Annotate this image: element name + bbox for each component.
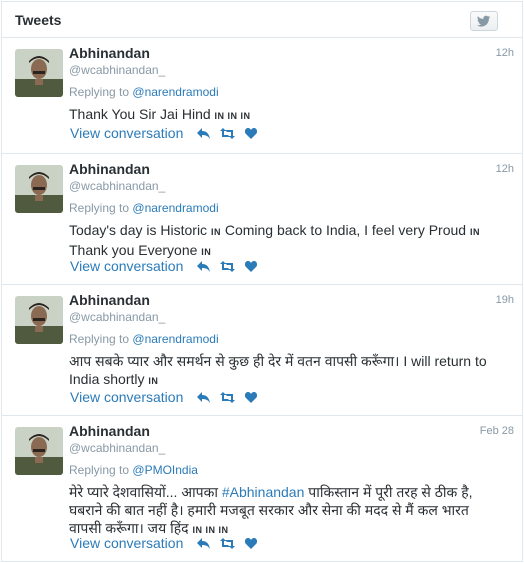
retweet-icon[interactable] bbox=[219, 258, 235, 274]
author-handle[interactable]: @wcabhinandan_ bbox=[69, 310, 165, 324]
tweet-text: आप सबके प्यार और समर्थन से कुछ ही देर मे… bbox=[69, 352, 519, 390]
replying-to-label: Replying to bbox=[69, 201, 130, 215]
twitter-bird-icon bbox=[477, 15, 491, 27]
tweet-actions: View conversation bbox=[70, 534, 267, 552]
tweet-timestamp[interactable]: 12h bbox=[496, 47, 514, 59]
mention-link[interactable]: @PMOIndia bbox=[132, 463, 198, 477]
header-title: Tweets bbox=[15, 12, 62, 28]
author-name[interactable]: Abhinandan bbox=[69, 161, 150, 177]
tweet-timestamp[interactable]: 19h bbox=[496, 294, 514, 306]
author-handle[interactable]: @wcabhinandan_ bbox=[69, 63, 165, 77]
avatar-image bbox=[15, 165, 63, 213]
replying-to-label: Replying to bbox=[69, 85, 130, 99]
tweet-text-body: India shortly bbox=[69, 371, 149, 387]
tweet-item[interactable]: Abhinandan @wcabhinandan_ 19h Replying t… bbox=[2, 285, 522, 416]
reply-icon[interactable] bbox=[195, 258, 211, 274]
avatar[interactable] bbox=[15, 165, 63, 213]
retweet-icon[interactable] bbox=[219, 125, 235, 141]
flag-emoji-india: IN IN IN bbox=[214, 111, 251, 121]
tweet-actions: View conversation bbox=[70, 388, 267, 406]
tweet-text: मेरे प्यारे देशवासियों... आपका #Abhinand… bbox=[69, 483, 519, 539]
replying-to: Replying to @PMOIndia bbox=[69, 463, 198, 477]
twitter-bird-button[interactable] bbox=[470, 11, 498, 31]
tweets-widget: Tweets Abhinandan @wcabhinandan_ 12h Rep… bbox=[1, 1, 523, 562]
replying-to: Replying to @narendramodi bbox=[69, 201, 219, 215]
flag-emoji-india: IN bbox=[201, 247, 212, 257]
tweet-text-body: पाकिस्तान में पूरी तरह से ठीक है, bbox=[304, 484, 473, 500]
tweet-text-body: मेरे प्यारे देशवासियों... आपका bbox=[69, 484, 222, 500]
mention-link[interactable]: @narendramodi bbox=[132, 332, 218, 346]
tweet-timestamp[interactable]: Feb 28 bbox=[480, 425, 514, 437]
replying-to-label: Replying to bbox=[69, 332, 130, 346]
like-icon[interactable] bbox=[243, 535, 259, 551]
tweet-actions: View conversation bbox=[70, 257, 267, 275]
like-icon[interactable] bbox=[243, 389, 259, 405]
avatar-image bbox=[15, 296, 63, 344]
author-name[interactable]: Abhinandan bbox=[69, 423, 150, 439]
author-name[interactable]: Abhinandan bbox=[69, 292, 150, 308]
mention-link[interactable]: @narendramodi bbox=[132, 201, 218, 215]
hashtag-link[interactable]: #Abhinandan bbox=[222, 484, 305, 500]
tweet-text-body: Today's day is Historic bbox=[69, 222, 211, 238]
avatar[interactable] bbox=[15, 49, 63, 97]
reply-icon[interactable] bbox=[195, 535, 211, 551]
avatar-image bbox=[15, 427, 63, 475]
avatar[interactable] bbox=[15, 296, 63, 344]
flag-emoji-india: IN bbox=[210, 227, 221, 237]
tweet-item[interactable]: Abhinandan @wcabhinandan_ 12h Replying t… bbox=[2, 154, 522, 285]
flag-emoji-india: IN bbox=[148, 376, 159, 386]
view-conversation-link[interactable]: View conversation bbox=[70, 125, 183, 141]
tweet-text-body: घबराने की बात नहीं है। हमारी मजबूत सरकार… bbox=[69, 502, 469, 518]
replying-to-label: Replying to bbox=[69, 463, 130, 477]
like-icon[interactable] bbox=[243, 258, 259, 274]
tweet-text: Today's day is Historic IN Coming back t… bbox=[69, 221, 519, 261]
author-handle[interactable]: @wcabhinandan_ bbox=[69, 441, 165, 455]
author-handle[interactable]: @wcabhinandan_ bbox=[69, 179, 165, 193]
tweet-text-body: Thank you Everyone bbox=[69, 242, 202, 258]
tweet-item[interactable]: Abhinandan @wcabhinandan_ Feb 28 Replyin… bbox=[2, 416, 522, 561]
widget-header: Tweets bbox=[2, 2, 522, 38]
reply-icon[interactable] bbox=[195, 125, 211, 141]
retweet-icon[interactable] bbox=[219, 535, 235, 551]
mention-link[interactable]: @narendramodi bbox=[132, 85, 218, 99]
view-conversation-link[interactable]: View conversation bbox=[70, 258, 183, 274]
tweet-item[interactable]: Abhinandan @wcabhinandan_ 12h Replying t… bbox=[2, 38, 522, 154]
like-icon[interactable] bbox=[243, 125, 259, 141]
tweet-text: Thank You Sir Jai Hind IN IN IN bbox=[69, 105, 519, 125]
replying-to: Replying to @narendramodi bbox=[69, 332, 219, 346]
tweet-text-body: आप सबके प्यार और समर्थन से कुछ ही देर मे… bbox=[69, 353, 487, 369]
view-conversation-link[interactable]: View conversation bbox=[70, 535, 183, 551]
avatar[interactable] bbox=[15, 427, 63, 475]
author-name[interactable]: Abhinandan bbox=[69, 45, 150, 61]
tweet-text-body: Coming back to India, I feel very Proud bbox=[220, 222, 470, 238]
tweet-timestamp[interactable]: 12h bbox=[496, 163, 514, 175]
tweet-text-body: Thank You Sir Jai Hind bbox=[69, 106, 215, 122]
view-conversation-link[interactable]: View conversation bbox=[70, 389, 183, 405]
flag-emoji-india: IN bbox=[469, 227, 480, 237]
tweet-actions: View conversation bbox=[70, 124, 267, 142]
avatar-image bbox=[15, 49, 63, 97]
replying-to: Replying to @narendramodi bbox=[69, 85, 219, 99]
retweet-icon[interactable] bbox=[219, 389, 235, 405]
reply-icon[interactable] bbox=[195, 389, 211, 405]
